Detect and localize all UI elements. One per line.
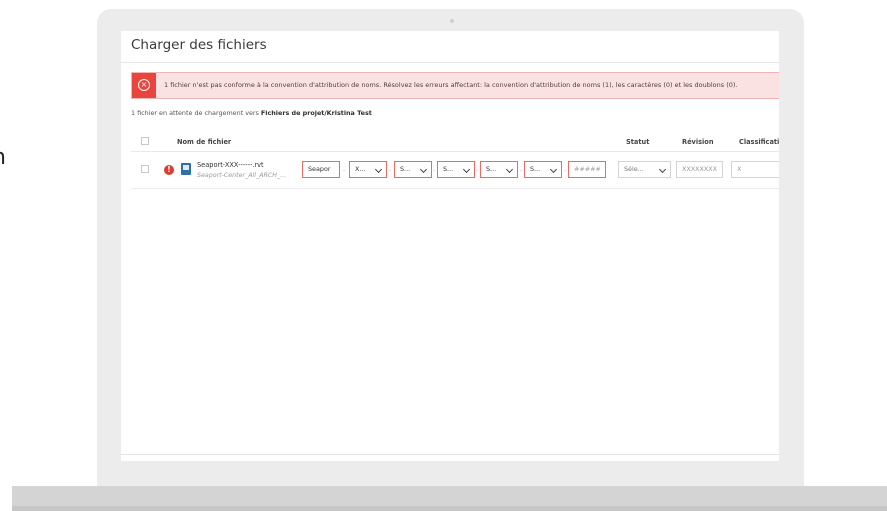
naming-separator: - — [476, 167, 479, 174]
row-checkbox[interactable] — [141, 165, 149, 173]
pending-prefix: 1 fichier en attente de chargement vers — [131, 109, 261, 117]
naming-field-6-value: S... — [530, 165, 541, 173]
naming-field-5-select[interactable]: S... — [480, 161, 518, 178]
cropped-side-glyph: n — [0, 146, 8, 170]
column-header-name[interactable]: Nom de fichier — [177, 138, 231, 146]
chevron-down-icon — [462, 165, 471, 174]
naming-field-4-select[interactable]: S... — [437, 161, 475, 178]
naming-field-2-value: X... — [355, 165, 366, 173]
naming-separator: - — [343, 167, 346, 174]
naming-field-4-value: S... — [443, 165, 454, 173]
pending-upload-info: 1 fichier en attente de chargement vers … — [131, 109, 372, 117]
chevron-down-icon — [374, 165, 383, 174]
chevron-down-icon — [658, 165, 667, 174]
error-icon-box: × — [132, 73, 156, 98]
row-divider — [131, 188, 779, 189]
naming-field-project[interactable]: Seapor — [302, 161, 340, 178]
title-divider — [121, 62, 779, 63]
laptop-camera — [450, 19, 454, 23]
naming-separator: - — [389, 167, 392, 174]
naming-field-3-select[interactable]: S... — [394, 161, 432, 178]
naming-field-number[interactable]: ##### — [568, 161, 606, 178]
file-name: Seaport-XXX------.rvt — [197, 161, 264, 169]
pending-destination: Fichiers de projet/Kristina Test — [260, 109, 372, 117]
laptop-base-shade — [12, 506, 887, 511]
chevron-down-icon — [549, 165, 558, 174]
header-divider — [131, 151, 779, 152]
upload-dialog: Charger des fichiers × 1 fichier n'est p… — [121, 31, 779, 461]
error-message: 1 fichier n'est pas conforme à la conven… — [164, 81, 738, 89]
chevron-down-icon — [419, 165, 428, 174]
naming-separator: - — [433, 167, 436, 174]
naming-field-2-select[interactable]: X... — [349, 161, 387, 178]
column-header-classification[interactable]: Classification — [739, 138, 779, 146]
error-close-circle-icon: × — [138, 79, 150, 91]
chevron-down-icon — [505, 165, 514, 174]
classification-input[interactable]: X — [731, 161, 779, 178]
naming-separator: - — [520, 167, 523, 174]
column-header-status[interactable]: Statut — [626, 138, 649, 146]
revit-file-icon — [181, 163, 191, 175]
naming-field-6-select[interactable]: S... — [524, 161, 562, 178]
revision-input[interactable]: XXXXXXXX — [676, 161, 723, 178]
select-all-checkbox[interactable] — [141, 137, 149, 145]
naming-separator: - — [564, 167, 567, 174]
column-header-revision[interactable]: Révision — [682, 138, 714, 146]
naming-field-3-value: S... — [400, 165, 411, 173]
dialog-title: Charger des fichiers — [131, 37, 267, 53]
error-alert-icon[interactable]: ! — [164, 165, 174, 175]
status-value: Séle... — [624, 165, 644, 173]
file-original-name: Seaport-Center_All_ARCH_... — [197, 172, 287, 179]
error-banner: × 1 fichier n'est pas conforme à la conv… — [131, 72, 779, 99]
dialog-bottom-divider — [121, 454, 779, 455]
naming-field-5-value: S... — [486, 165, 497, 173]
status-select[interactable]: Séle... — [618, 161, 671, 178]
